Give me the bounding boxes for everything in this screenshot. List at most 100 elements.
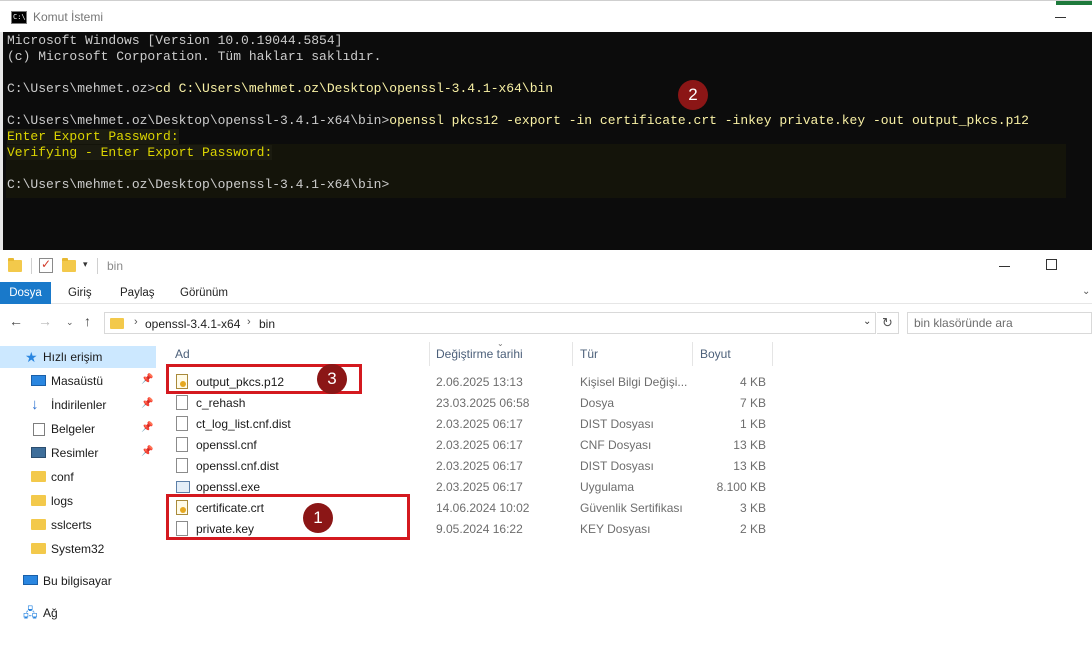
nav-item-downloads[interactable]: ↓ İndirilenler 📌 [0,394,156,416]
file-size: 13 KB [733,438,766,452]
console-command: cd C:\Users\mehmet.oz\Desktop\openssl-3.… [155,81,554,96]
file-row-c-rehash[interactable]: c_rehash 23.03.2025 06:58 Dosya 7 KB [170,392,774,413]
divider [31,258,32,274]
column-header-name[interactable]: Ad [175,347,190,361]
nav-item-label: Belgeler [51,422,96,436]
quick-access-dropdown-icon[interactable]: ▾ [83,259,88,270]
file-size: 4 KB [739,375,766,389]
file-name: c_rehash [196,396,246,410]
nav-item-desktop[interactable]: Masaüstü 📌 [0,370,156,392]
properties-icon[interactable] [39,257,53,273]
file-row-openssl-cnf[interactable]: openssl.cnf 2.03.2025 06:17 CNF Dosyası … [170,434,774,455]
file-date: 9.05.2024 16:22 [436,522,523,536]
console-line: Microsoft Windows [Version 10.0.19044.58… [7,33,343,48]
nav-item-documents[interactable]: Belgeler 📌 [0,418,156,440]
forward-button[interactable]: → [38,313,52,329]
file-type: DIST Dosyası [580,417,654,431]
explorer-titlebar[interactable]: ▾ bin [0,250,1092,282]
cmd-console-output[interactable]: Microsoft Windows [Version 10.0.19044.58… [0,32,1092,250]
tab-paylas[interactable]: Paylaş [120,282,155,304]
nav-item-label: Hızlı erişim [43,350,103,364]
nav-item-network[interactable]: 🖧 Ağ [0,602,156,624]
breadcrumb-bin[interactable]: bin [259,317,275,331]
tab-giris[interactable]: Giriş [68,282,92,304]
address-row: ← → ⌄ ↑ › openssl-3.4.1-x64 › bin ⌄ ↻ bi… [0,304,1092,340]
file-size: 7 KB [739,396,766,410]
nav-item-this-pc[interactable]: Bu bilgisayar [0,570,156,592]
pin-icon[interactable]: 📌 [141,398,153,409]
address-bar[interactable]: › openssl-3.4.1-x64 › bin ⌄ [104,312,876,334]
nav-item-logs[interactable]: logs [0,490,156,512]
folder-icon [31,543,46,554]
back-button[interactable]: ← [9,313,23,329]
file-date: 23.03.2025 06:58 [436,396,530,410]
column-header-size[interactable]: Boyut [700,347,731,361]
up-button[interactable]: ↑ [84,313,91,329]
file-date: 2.03.2025 06:17 [436,480,523,494]
nav-item-sslcerts[interactable]: sslcerts [0,514,156,536]
cmd-minimize-button[interactable] [1052,7,1072,27]
annotation-badge-3: 3 [317,364,347,394]
file-size: 3 KB [739,501,766,515]
file-name: ct_log_list.cnf.dist [196,417,291,431]
folder-icon [31,471,46,482]
nav-item-system32[interactable]: System32 [0,538,156,560]
search-input[interactable]: bin klasöründe ara [907,312,1092,334]
address-dropdown-icon[interactable]: ⌄ [863,316,871,327]
pin-icon[interactable]: 📌 [141,422,153,433]
recent-locations-button[interactable]: ⌄ [66,317,74,328]
nav-item-quick-access[interactable]: ★ Hızlı erişim [0,346,156,368]
file-row-ct-log-list[interactable]: ct_log_list.cnf.dist 2.03.2025 06:17 DIS… [170,413,774,434]
file-type: Dosya [580,396,615,410]
ribbon-expand-icon[interactable]: ⌄ [1082,286,1090,297]
breadcrumb-openssl[interactable]: openssl-3.4.1-x64 [145,317,240,331]
file-name: openssl.exe [196,480,261,494]
explorer-maximize-button[interactable] [1046,259,1057,270]
nav-item-conf[interactable]: conf [0,466,156,488]
nav-item-label: Resimler [51,446,99,460]
new-folder-icon[interactable] [62,258,76,272]
file-size: 8.100 KB [716,480,766,494]
column-divider[interactable] [772,342,773,366]
tab-gorunum[interactable]: Görünüm [180,282,228,304]
breadcrumb-chevron[interactable]: › [134,316,138,328]
column-header-type[interactable]: Tür [580,347,598,361]
console-line: Verifying - Enter Export Password: [7,145,273,161]
file-size: 13 KB [733,459,766,473]
column-divider[interactable] [429,342,430,366]
console-line: (c) Microsoft Corporation. Tüm hakları s… [7,49,382,64]
pin-icon[interactable]: 📌 [141,374,153,385]
annotation-box-1 [166,494,410,540]
application-icon [176,479,190,494]
file-icon [176,458,188,473]
nav-item-pictures[interactable]: Resimler 📌 [0,442,156,464]
file-date: 2.03.2025 06:17 [436,438,523,452]
nav-item-label: conf [51,470,74,484]
console-password-verify: Verifying - Enter Export Password: [7,145,273,160]
console-command: openssl pkcs12 -export -in certificate.c… [389,113,1029,128]
pin-icon[interactable]: 📌 [141,446,153,457]
refresh-button[interactable]: ↻ [877,312,899,334]
nav-item-label: İndirilenler [51,398,107,412]
file-row-openssl-cnf-dist[interactable]: openssl.cnf.dist 2.03.2025 06:17 DIST Do… [170,455,774,476]
command-prompt-window: C:\. Komut İstemi Microsoft Windows [Ver… [0,0,1092,250]
console-password-prompt: Enter Export Password: [7,129,179,144]
explorer-window-title: bin [107,259,124,273]
computer-icon [23,575,38,585]
console-line: C:\Users\mehmet.oz>cd C:\Users\mehmet.oz… [7,81,553,97]
cmd-titlebar[interactable]: C:\. Komut İstemi [0,0,1092,32]
divider [97,258,98,274]
document-icon [33,423,45,436]
folder-icon [110,318,124,329]
file-type: Uygulama [580,480,635,494]
annotation-badge-1: 1 [303,503,333,533]
network-icon: 🖧 [23,605,38,620]
annotation-badge-2: 2 [678,80,708,110]
explorer-minimize-button[interactable] [997,258,1013,274]
column-divider[interactable] [572,342,573,366]
file-name: openssl.cnf.dist [196,459,279,473]
column-divider[interactable] [692,342,693,366]
tab-dosya[interactable]: Dosya [0,282,51,304]
breadcrumb-chevron[interactable]: › [247,316,251,328]
column-header-date[interactable]: Değiştirme tarihi [436,347,523,361]
